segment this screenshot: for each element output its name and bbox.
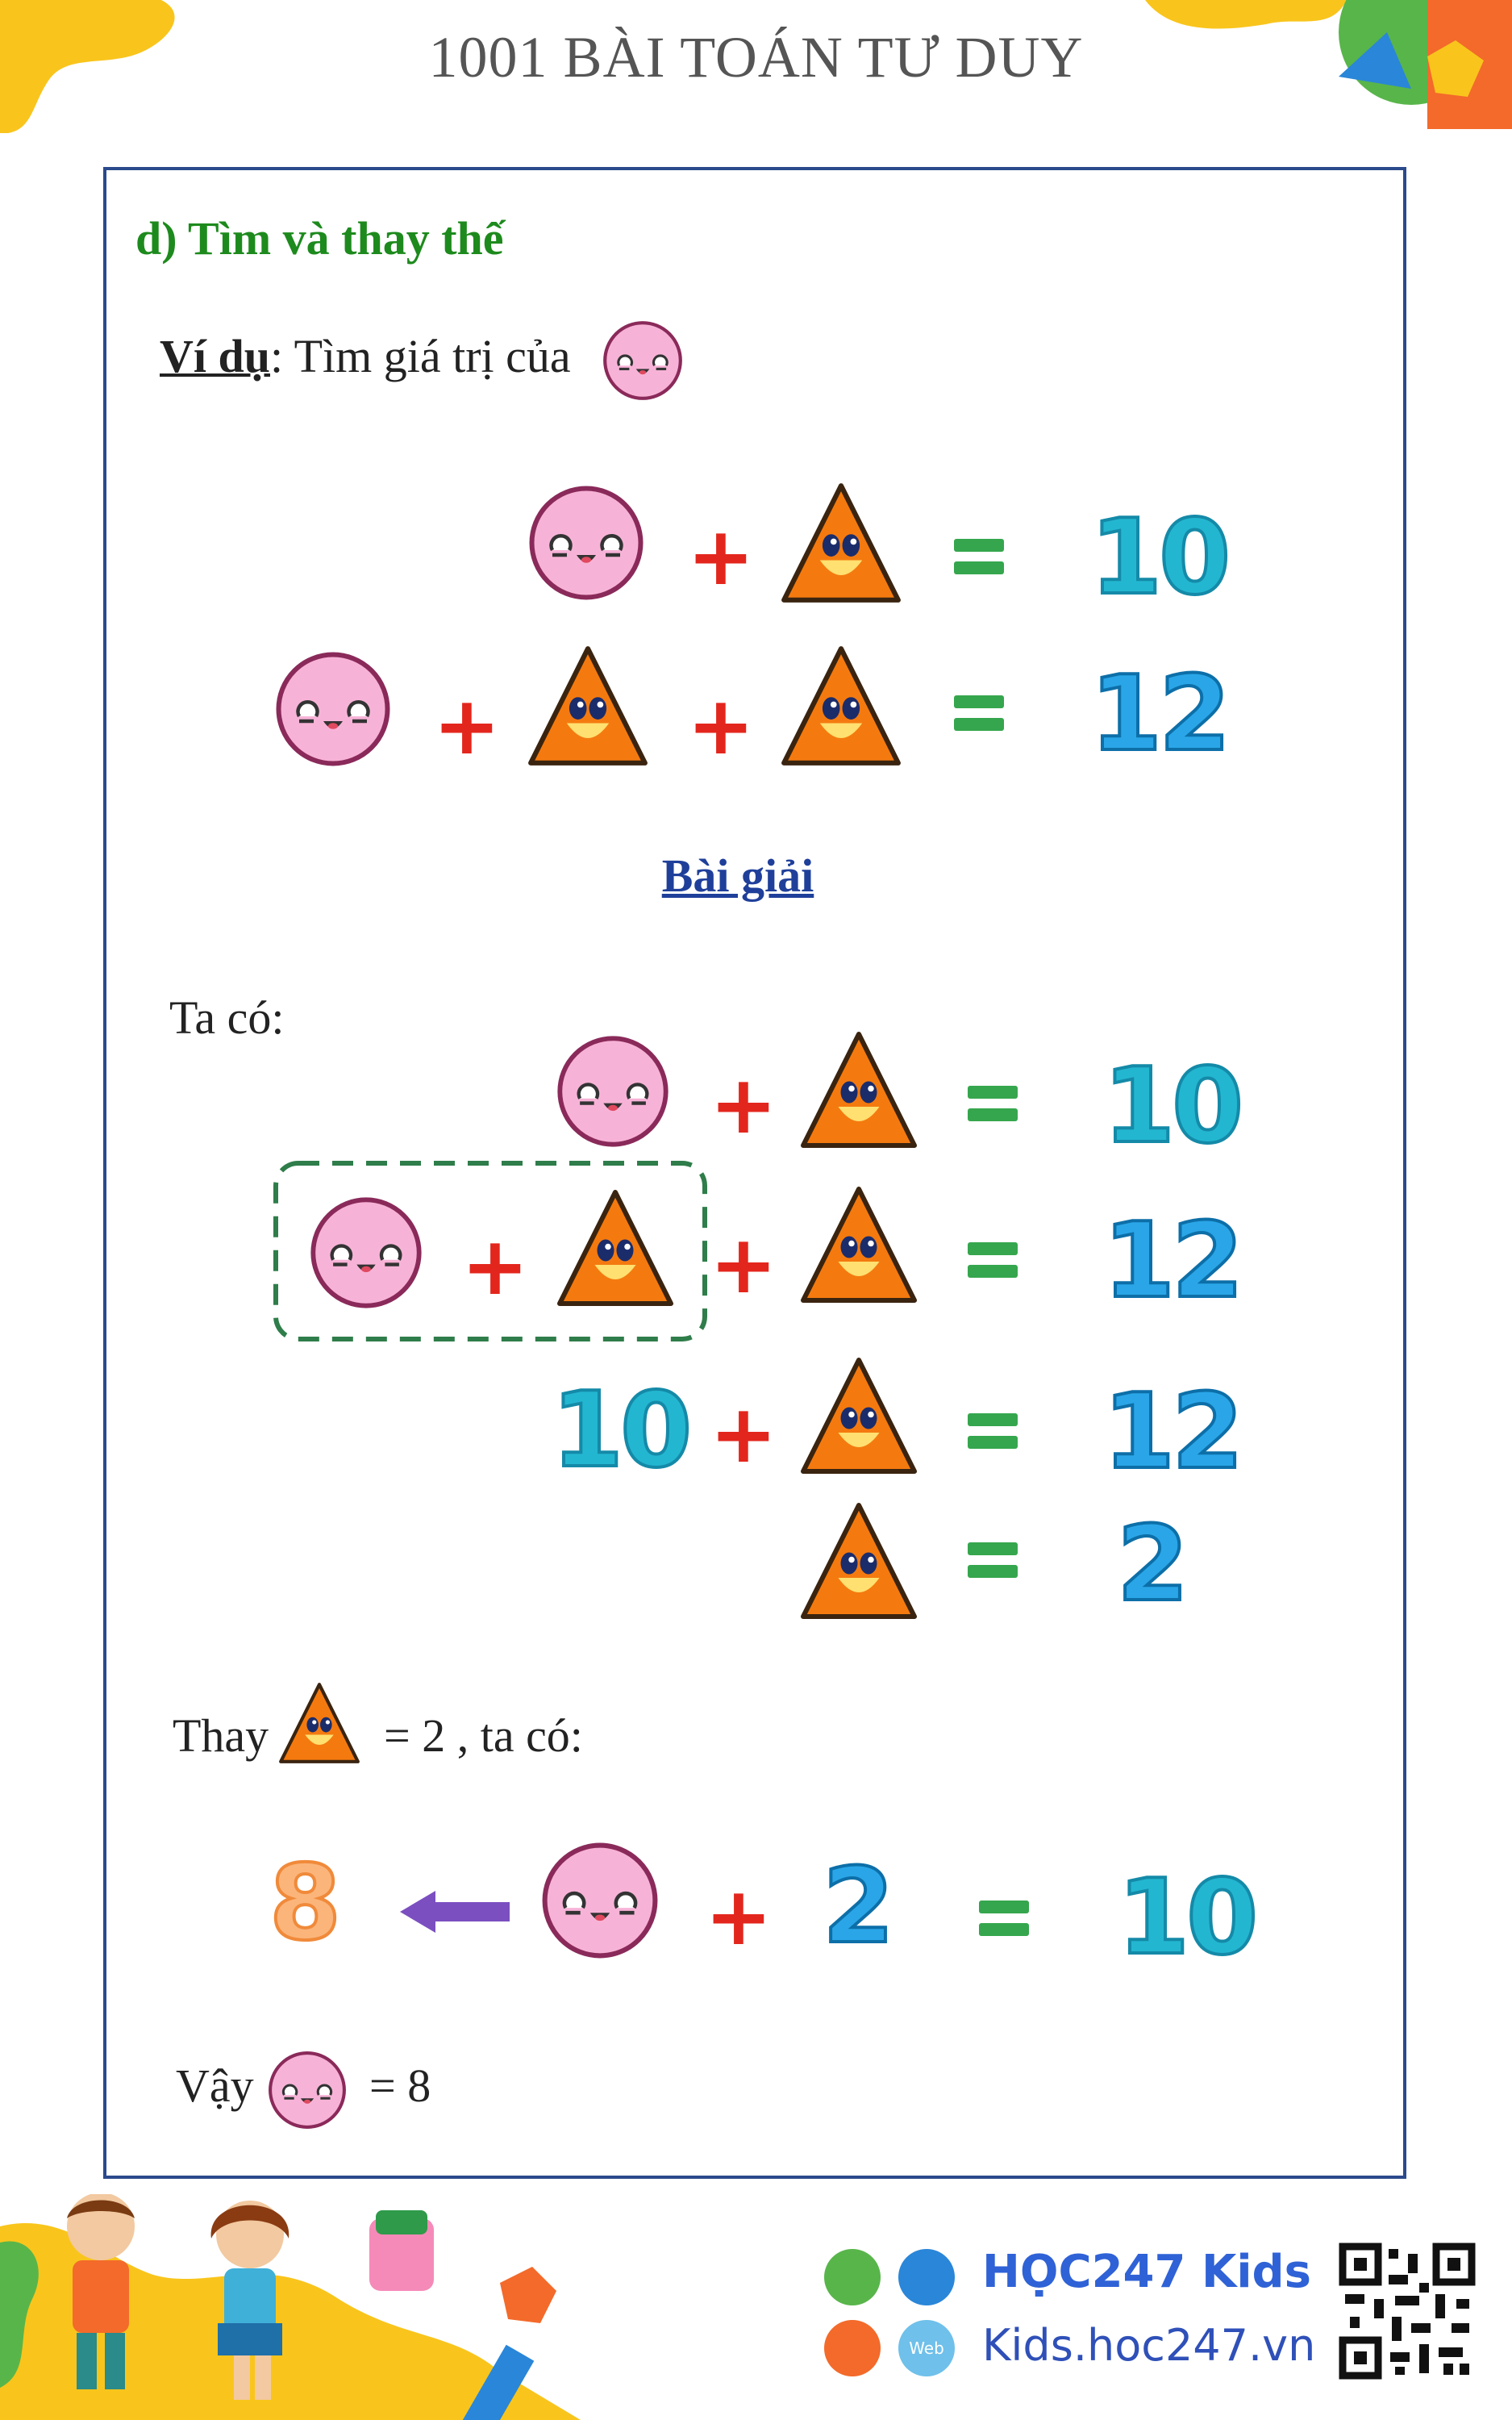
- substitute-prefix: Thay: [173, 1709, 269, 1762]
- equals-sign: [968, 1086, 1018, 1123]
- solution-heading: Bài giải: [661, 849, 814, 902]
- kids-illustration: [0, 2194, 581, 2420]
- plus-sign: +: [710, 1058, 777, 1152]
- orange-triangle-face-icon: [526, 644, 650, 768]
- example-text: : Tìm giá trị của: [270, 330, 571, 382]
- eq1-result: 10: [1089, 498, 1232, 618]
- final-result: 10: [1116, 1858, 1260, 1978]
- pink-circle-face-icon: [554, 1033, 672, 1150]
- fox-mascot-icon[interactable]: [898, 2249, 955, 2305]
- plus-sign: +: [461, 1219, 529, 1313]
- pink-circle-face-icon: [273, 649, 394, 770]
- section-title: d) Tìm và thay thế: [135, 212, 504, 265]
- qr-code-icon[interactable]: [1339, 2243, 1476, 2380]
- pink-circle-face-icon: [526, 482, 647, 603]
- footer-brand[interactable]: HỌC247 Kids: [982, 2246, 1311, 2298]
- equals-sign: [954, 695, 1004, 732]
- final-b: 2: [821, 1846, 896, 1967]
- plus-sign: +: [710, 1217, 777, 1312]
- plus-sign: +: [687, 678, 755, 773]
- conclusion-prefix: Vậy: [176, 2059, 254, 2112]
- orange-triangle-face-icon: [779, 481, 903, 605]
- orange-triangle-face-icon: [798, 1029, 919, 1150]
- eq2-result: 12: [1089, 654, 1232, 774]
- row3-left: 10: [550, 1371, 694, 1491]
- web-icon[interactable]: Web: [898, 2320, 955, 2376]
- orange-triangle-face-icon: [798, 1184, 919, 1305]
- footer-url[interactable]: Kids.hoc247.vn: [982, 2320, 1315, 2371]
- equals-sign: [954, 539, 1004, 576]
- orange-triangle-face-icon: [798, 1500, 919, 1621]
- example-line: Ví dụ: Tìm giá trị của: [160, 329, 571, 383]
- orange-triangle-face-icon: [555, 1187, 676, 1308]
- monitor-icon[interactable]: [824, 2320, 881, 2376]
- substitute-suffix: = 2 , ta có:: [384, 1709, 583, 1762]
- orange-triangle-face-icon: [798, 1355, 919, 1476]
- final-answer-value: 8: [268, 1843, 343, 1963]
- equals-sign: [968, 1413, 1018, 1450]
- row1-result: 10: [1102, 1046, 1245, 1166]
- orange-triangle-face-icon: [779, 644, 903, 768]
- pink-circle-face-icon: [266, 2049, 348, 2131]
- pink-circle-face-icon: [601, 319, 685, 403]
- plus-sign: +: [710, 1387, 777, 1481]
- equals-sign: [979, 1901, 1029, 1938]
- row3-result: 12: [1102, 1372, 1245, 1492]
- plus-sign: +: [687, 509, 755, 603]
- solution-intro: Ta có:: [169, 991, 285, 1044]
- equals-sign: [968, 1542, 1018, 1579]
- apple-android-icon[interactable]: [824, 2249, 881, 2305]
- conclusion-suffix: = 8: [369, 2059, 431, 2112]
- example-label: Ví dụ: [160, 330, 271, 382]
- plus-sign: +: [705, 1869, 773, 1963]
- pink-circle-face-icon: [307, 1194, 425, 1312]
- pink-circle-face-icon: [539, 1839, 661, 1962]
- equals-sign: [968, 1242, 1018, 1279]
- row2-result: 12: [1102, 1201, 1245, 1321]
- orange-triangle-face-icon: [277, 1681, 361, 1765]
- row4-result: 2: [1115, 1504, 1190, 1625]
- left-arrow-icon: [400, 1891, 510, 1933]
- header-title: 1001 BÀI TOÁN TƯ DUY: [428, 25, 1084, 90]
- plus-sign: +: [433, 678, 501, 773]
